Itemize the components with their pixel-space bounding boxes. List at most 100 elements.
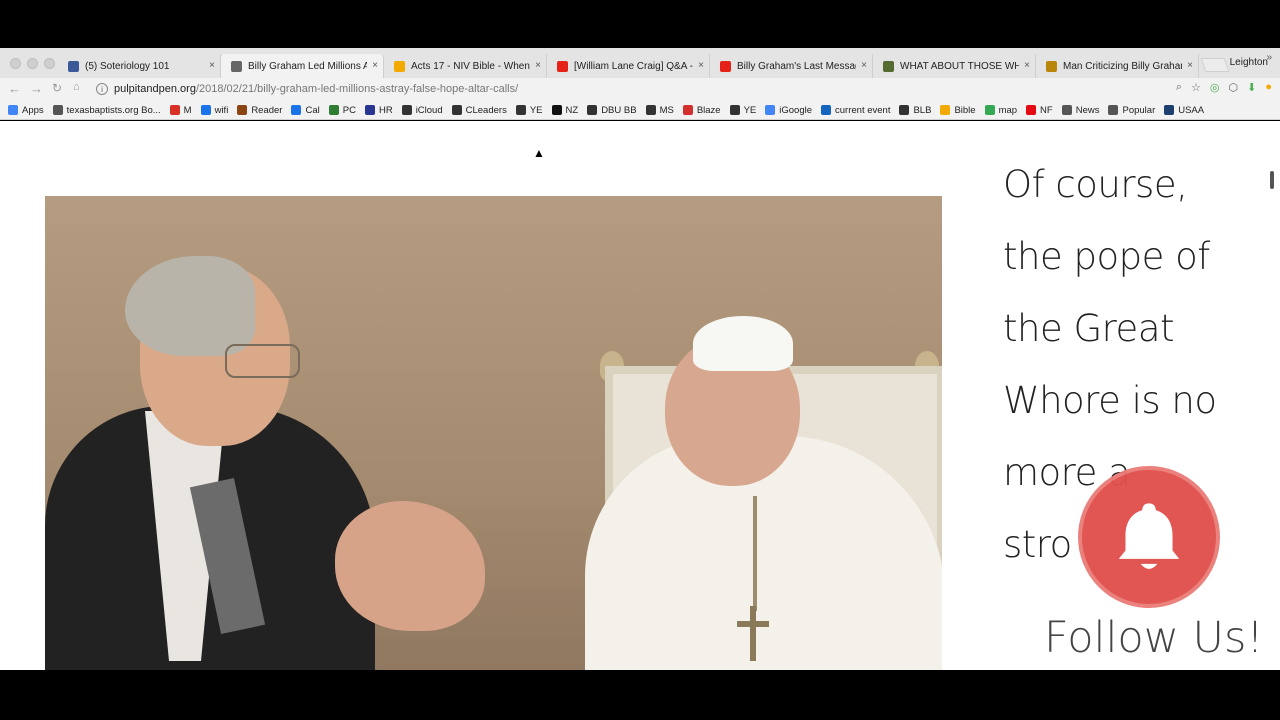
close-tab-icon[interactable]: ×: [535, 60, 541, 71]
bookmark-item[interactable]: Cal: [291, 104, 320, 116]
bookmark-item[interactable]: PC: [328, 105, 356, 116]
tab-title: WHAT ABOUT THOSE WHO: [900, 60, 1019, 72]
follow-us-label[interactable]: Follow Us!: [1044, 613, 1264, 663]
close-tab-icon[interactable]: ×: [1024, 60, 1030, 71]
facebook-icon: [68, 60, 79, 72]
zoom-magnifier-icon[interactable]: ⌕: [1176, 81, 1182, 94]
seal-icon: [883, 60, 894, 72]
nz-icon: [551, 105, 562, 115]
video-letterbox-bottom: [0, 670, 1280, 720]
close-window-button[interactable]: [10, 58, 21, 69]
bookmark-star-icon[interactable]: ☆: [1191, 81, 1201, 94]
tab-strip: (5) Soteriology 101 × Billy Graham Led Mil…: [0, 48, 1280, 78]
news-icon: [821, 105, 832, 115]
bookmark-item[interactable]: current event: [821, 105, 890, 116]
extension-icon[interactable]: ◎: [1210, 81, 1220, 94]
text-line: Whore is no: [1003, 379, 1217, 422]
bookmark-item[interactable]: MS: [645, 104, 674, 116]
extension-coin-icon[interactable]: ●: [1265, 81, 1272, 94]
bookmark-label: texasbaptists.org Bo...: [66, 104, 161, 116]
close-tab-icon[interactable]: ×: [861, 60, 867, 71]
bookmark-item[interactable]: YE: [729, 104, 757, 116]
bookmark-item[interactable]: iCloud: [401, 104, 443, 116]
home-icon[interactable]: ⌂: [73, 81, 80, 93]
new-tab-button[interactable]: [1200, 58, 1230, 72]
apple-icon: [401, 105, 412, 115]
close-tab-icon[interactable]: ×: [372, 60, 378, 71]
browser-tab[interactable]: Billy Graham Led Millions As ×: [221, 54, 384, 78]
bookmark-item[interactable]: CLeaders: [451, 104, 507, 116]
minimize-window-button[interactable]: [27, 58, 38, 69]
bookmark-item[interactable]: wifi: [200, 104, 229, 116]
bookmark-label: YE: [743, 104, 757, 116]
usaa-icon: [1164, 105, 1175, 115]
bookmark-label: CLeaders: [465, 104, 507, 116]
site-info-icon[interactable]: i: [96, 83, 108, 95]
bookmark-item[interactable]: M: [169, 105, 192, 116]
dbu-icon: [587, 105, 598, 115]
bookmark-label: iGoogle: [779, 104, 813, 116]
bookmark-item[interactable]: Popular: [1108, 105, 1155, 116]
bookmark-label: wifi: [214, 104, 229, 116]
browser-tab[interactable]: [William Lane Craig] Q&A - I ×: [547, 54, 710, 78]
download-icon[interactable]: ⬇: [1247, 81, 1256, 94]
bookmarks-overflow-icon[interactable]: »: [1266, 52, 1272, 63]
tabs: (5) Soteriology 101 × Billy Graham Led Mil…: [58, 54, 1199, 78]
bookmark-item[interactable]: texasbaptists.org Bo...: [52, 104, 161, 116]
bookmark-label: iCloud: [415, 104, 443, 116]
bookmark-item[interactable]: Apps: [8, 105, 44, 116]
text-line: the pope of: [1003, 235, 1210, 278]
bookmark-item[interactable]: USAA: [1164, 105, 1204, 116]
bookmark-item[interactable]: BLB: [899, 105, 931, 116]
browser-tab[interactable]: WHAT ABOUT THOSE WHO ×: [873, 54, 1036, 78]
profile-name[interactable]: Leighton: [1230, 57, 1268, 68]
bookmark-label: Cal: [305, 104, 320, 116]
bookmark-label: NZ: [565, 104, 579, 116]
browser-tab[interactable]: Billy Graham's Last Message ×: [710, 54, 873, 78]
browser-tab[interactable]: (5) Soteriology 101 ×: [58, 54, 221, 78]
gear-icon: [1046, 60, 1057, 72]
reader-icon: [237, 105, 248, 115]
bookmark-item[interactable]: Blaze: [682, 105, 721, 116]
text-line: Of course,: [1003, 163, 1188, 206]
close-tab-icon[interactable]: ×: [698, 60, 704, 71]
address-bar[interactable]: i pulpitandpen.org/2018/02/21/billy-grah…: [96, 80, 1176, 98]
close-tab-icon[interactable]: ×: [209, 60, 215, 71]
bookmark-item[interactable]: News: [1061, 105, 1099, 116]
bookmark-item[interactable]: NF: [1026, 105, 1053, 116]
toolbar-actions: ⌕ ☆ ◎ ⬡ ⬇ ●: [1176, 81, 1272, 94]
close-tab-icon[interactable]: ×: [1187, 60, 1193, 71]
apps-grid-icon: [8, 105, 18, 115]
bookmark-item[interactable]: iGoogle: [765, 105, 812, 116]
video-letterbox-top: [0, 0, 1280, 48]
blb-icon: [899, 105, 910, 115]
page-scrollbar[interactable]: [1270, 171, 1274, 189]
back-arrow-icon[interactable]: ←: [8, 81, 21, 96]
browser-tab[interactable]: Man Criticizing Billy Graham ×: [1036, 54, 1199, 78]
globe-icon: [231, 60, 242, 72]
bookmark-item[interactable]: DBU BB: [587, 104, 637, 116]
browser-tab[interactable]: Acts 17 - NIV Bible - When P ×: [384, 54, 547, 78]
bookmark-item[interactable]: map: [984, 105, 1017, 116]
bookmark-label: MS: [659, 104, 674, 116]
bible-gateway-icon: [394, 60, 405, 72]
bookmark-label: Apps: [22, 104, 44, 116]
extension-cube-icon[interactable]: ⬡: [1229, 81, 1239, 94]
bookmark-item[interactable]: NZ: [551, 104, 579, 116]
cl-icon: [451, 105, 462, 115]
bookmark-label: NF: [1040, 104, 1053, 116]
tab-title: Acts 17 - NIV Bible - When P: [411, 60, 530, 72]
zoom-window-button[interactable]: [44, 58, 55, 69]
reload-icon[interactable]: ↻: [52, 81, 62, 95]
notification-bell-button[interactable]: [1078, 466, 1220, 608]
bookmark-label: DBU BB: [601, 104, 637, 116]
youtube-icon: [720, 60, 731, 72]
bookmark-item[interactable]: Bible: [940, 105, 976, 116]
bookmark-item[interactable]: YE: [515, 105, 543, 116]
forward-arrow-icon[interactable]: →: [30, 81, 43, 96]
bell-icon: [1118, 503, 1180, 569]
bookmark-item[interactable]: Reader: [237, 105, 282, 116]
bookmark-label: USAA: [1178, 104, 1205, 116]
pectoral-cross-icon: [750, 606, 756, 661]
bookmark-item[interactable]: HR: [364, 105, 393, 116]
